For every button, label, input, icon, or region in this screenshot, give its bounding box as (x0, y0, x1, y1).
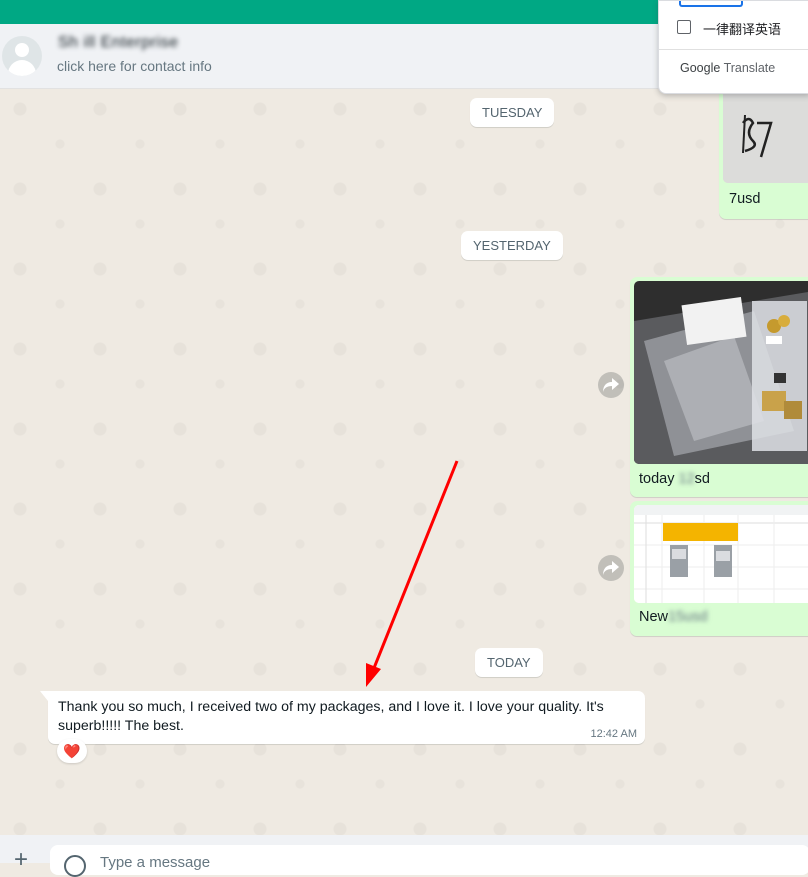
google-translate-brand: Google Translate (680, 61, 776, 75)
contact-name[interactable]: Sh ill Enterprise (58, 34, 179, 52)
always-translate-label[interactable]: 一律翻译英语 (703, 19, 781, 38)
emoji-icon[interactable] (64, 855, 86, 877)
message-input[interactable]: Type a message (50, 845, 808, 877)
plus-icon[interactable]: + (14, 848, 28, 872)
default-avatar-icon[interactable] (2, 36, 42, 76)
annotation-arrow-icon (366, 460, 459, 687)
message-composer: + Type a message (0, 835, 808, 877)
popup-divider (659, 49, 808, 50)
google-translate-popup: 一律翻译英语 Google Translate (658, 0, 808, 94)
always-translate-checkbox[interactable] (677, 20, 691, 34)
language-tab-indicator[interactable] (679, 1, 743, 7)
contact-info-link[interactable]: click here for contact info (57, 58, 212, 74)
chat-area: TUESDAY 7usd YESTERDAY today 12sd New15u… (0, 89, 808, 835)
